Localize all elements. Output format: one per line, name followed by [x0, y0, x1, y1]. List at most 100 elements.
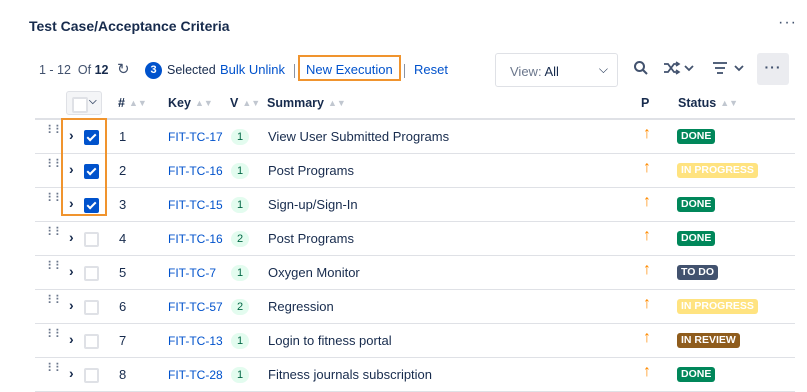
- row-summary: Fitness journals subscription: [268, 367, 433, 382]
- reset-link[interactable]: Reset: [414, 62, 448, 77]
- version-badge: 1: [231, 265, 249, 281]
- search-icon[interactable]: [633, 60, 649, 80]
- priority-high-icon: ↑: [643, 329, 651, 346]
- status-badge: DONE: [677, 367, 716, 382]
- version-badge: 1: [231, 163, 249, 179]
- table-row[interactable]: ⠇⠇ › 1 FIT-TC-17 1 View User Submitted P…: [35, 120, 795, 154]
- expand-chevron-icon[interactable]: ›: [69, 365, 74, 381]
- sort-icon: ▲▼: [720, 98, 739, 108]
- column-status[interactable]: Status ▲▼: [678, 96, 738, 110]
- new-execution-button[interactable]: New Execution: [298, 55, 401, 81]
- column-priority-label: P: [641, 96, 650, 110]
- filter-icon[interactable]: [711, 60, 747, 80]
- row-key-link[interactable]: FIT-TC-16: [168, 232, 223, 246]
- row-checkbox[interactable]: [84, 266, 99, 281]
- version-badge: 1: [231, 129, 249, 145]
- drag-handle-icon[interactable]: ⠇⠇: [47, 294, 64, 306]
- view-label: View:: [510, 64, 542, 79]
- table-row[interactable]: ⠇⠇ › 6 FIT-TC-57 2 Regression ↑ IN PROGR…: [35, 290, 795, 324]
- column-status-label: Status: [678, 96, 717, 110]
- row-key-link[interactable]: FIT-TC-7: [168, 266, 216, 280]
- priority-high-icon: ↑: [643, 193, 651, 210]
- version-badge: 1: [231, 197, 249, 213]
- view-value: All: [544, 64, 559, 79]
- row-number: 4: [119, 231, 127, 246]
- expand-chevron-icon[interactable]: ›: [69, 161, 74, 177]
- new-execution-label: New Execution: [306, 62, 393, 77]
- status-badge: DONE: [677, 129, 716, 144]
- row-checkbox[interactable]: [84, 164, 99, 179]
- expand-chevron-icon[interactable]: ›: [69, 229, 74, 245]
- row-summary: Sign-up/Sign-In: [268, 197, 358, 212]
- shuffle-icon[interactable]: [663, 60, 695, 80]
- version-badge: 2: [231, 231, 249, 247]
- drag-handle-icon[interactable]: ⠇⠇: [47, 260, 64, 272]
- row-checkbox[interactable]: [84, 198, 99, 213]
- drag-handle-icon[interactable]: ⠇⠇: [47, 192, 64, 204]
- row-checkbox[interactable]: [84, 130, 99, 145]
- view-select[interactable]: View: All ⌵: [495, 53, 618, 87]
- table-body: ⠇⠇ › 1 FIT-TC-17 1 View User Submitted P…: [35, 120, 795, 392]
- range-text: 1 - 12: [39, 63, 71, 77]
- column-number[interactable]: # ▲▼: [118, 96, 147, 110]
- row-key-link[interactable]: FIT-TC-28: [168, 368, 223, 382]
- sort-icon: ▲▼: [128, 98, 147, 108]
- expand-chevron-icon[interactable]: ›: [69, 297, 74, 313]
- status-badge: DONE: [677, 231, 716, 246]
- row-checkbox[interactable]: [84, 300, 99, 315]
- row-number: 3: [119, 197, 127, 212]
- drag-handle-icon[interactable]: ⠇⠇: [47, 362, 64, 374]
- status-badge: DONE: [677, 197, 716, 212]
- column-summary[interactable]: Summary ▲▼: [267, 96, 346, 110]
- table-row[interactable]: ⠇⠇ › 5 FIT-TC-7 1 Oxygen Monitor ↑ TO DO: [35, 256, 795, 290]
- column-priority[interactable]: P: [641, 96, 649, 110]
- pagination-range: 1 - 12 Of 12: [39, 63, 109, 77]
- row-summary: Post Programs: [268, 163, 354, 178]
- row-summary: Login to fitness portal: [268, 333, 392, 348]
- row-checkbox[interactable]: [84, 334, 99, 349]
- row-key-link[interactable]: FIT-TC-13: [168, 334, 223, 348]
- view-select-label: View: All: [510, 64, 559, 79]
- expand-chevron-icon[interactable]: ›: [69, 331, 74, 347]
- expand-chevron-icon[interactable]: ›: [69, 195, 74, 211]
- row-checkbox[interactable]: [84, 232, 99, 247]
- table-row[interactable]: ⠇⠇ › 7 FIT-TC-13 1 Login to fitness port…: [35, 324, 795, 358]
- row-key-link[interactable]: FIT-TC-57: [168, 300, 223, 314]
- expand-chevron-icon[interactable]: ›: [69, 263, 74, 279]
- row-key-link[interactable]: FIT-TC-16: [168, 164, 223, 178]
- table-row[interactable]: ⠇⠇ › 8 FIT-TC-28 1 Fitness journals subs…: [35, 358, 795, 392]
- column-key-label: Key: [168, 96, 191, 110]
- column-version[interactable]: V ▲▼: [230, 96, 260, 110]
- row-summary: Post Programs: [268, 231, 354, 246]
- column-number-label: #: [118, 96, 125, 110]
- version-badge: 1: [231, 367, 249, 383]
- row-key-link[interactable]: FIT-TC-15: [168, 198, 223, 212]
- drag-handle-icon[interactable]: ⠇⠇: [47, 158, 64, 170]
- toolbar-more-button[interactable]: ···: [757, 53, 789, 85]
- status-badge: IN REVIEW: [677, 333, 740, 348]
- status-badge: TO DO: [677, 265, 719, 280]
- version-badge: 1: [231, 333, 249, 349]
- version-badge: 2: [231, 299, 249, 315]
- column-summary-label: Summary: [267, 96, 324, 110]
- sort-icon: ▲▼: [242, 98, 261, 108]
- drag-handle-icon[interactable]: ⠇⠇: [47, 124, 64, 136]
- drag-handle-icon[interactable]: ⠇⠇: [47, 226, 64, 238]
- select-all-checkbox[interactable]: ⌵: [66, 91, 102, 115]
- panel-more-icon[interactable]: ···: [778, 14, 797, 32]
- priority-high-icon: ↑: [643, 295, 651, 312]
- bulk-unlink-link[interactable]: Bulk Unlink: [220, 62, 285, 77]
- of-label: Of: [77, 63, 92, 77]
- status-badge: IN PROGRESS: [677, 299, 758, 314]
- column-key[interactable]: Key ▲▼: [168, 96, 213, 110]
- table-row[interactable]: ⠇⠇ › 2 FIT-TC-16 1 Post Programs ↑ IN PR…: [35, 154, 795, 188]
- table-row[interactable]: ⠇⠇ › 3 FIT-TC-15 1 Sign-up/Sign-In ↑ DON…: [35, 188, 795, 222]
- drag-handle-icon[interactable]: ⠇⠇: [47, 328, 64, 340]
- total-count: 12: [94, 63, 109, 77]
- row-key-link[interactable]: FIT-TC-17: [168, 130, 223, 144]
- row-checkbox[interactable]: [84, 368, 99, 383]
- expand-chevron-icon[interactable]: ›: [69, 127, 74, 143]
- refresh-icon[interactable]: ↻: [117, 60, 130, 78]
- sort-icon: ▲▼: [194, 98, 213, 108]
- table-row[interactable]: ⠇⠇ › 4 FIT-TC-16 2 Post Programs ↑ DONE: [35, 222, 795, 256]
